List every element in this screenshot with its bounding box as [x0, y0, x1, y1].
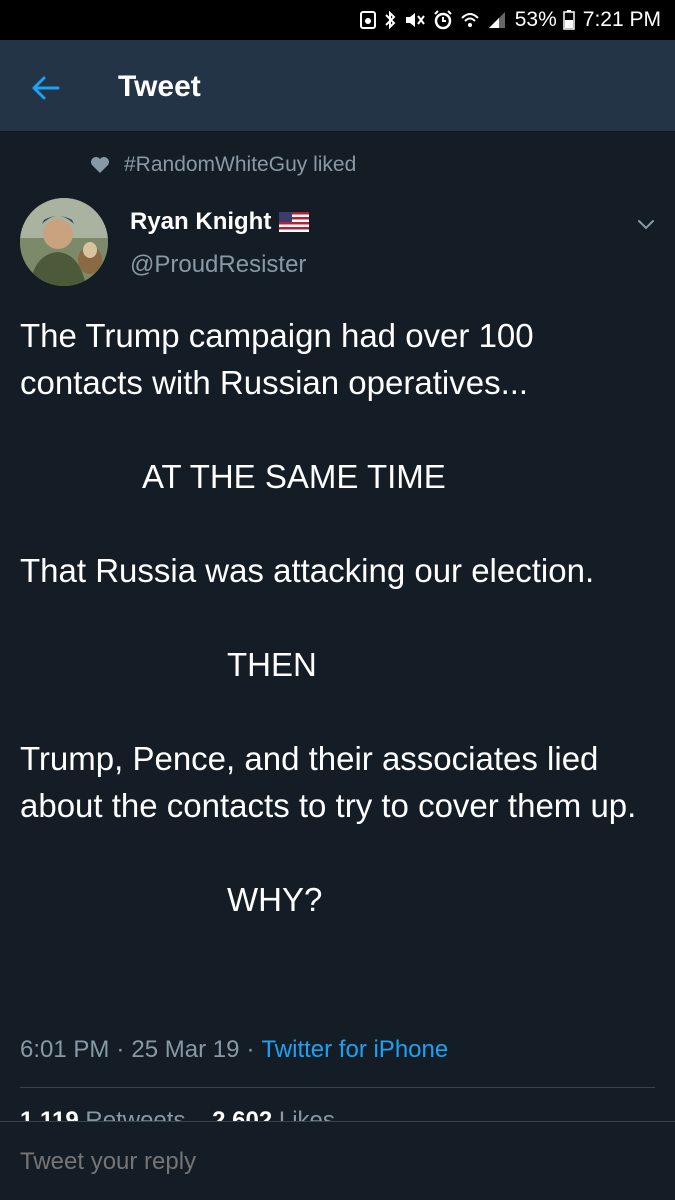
liked-by-text: #RandomWhiteGuy liked — [124, 153, 357, 176]
author-name[interactable]: Ryan Knight — [130, 208, 310, 236]
reply-bar — [0, 1121, 675, 1200]
battery-icon — [563, 10, 575, 30]
tweet-line-3: That Russia was attacking our election. — [20, 552, 595, 589]
tweet-time: 6:01 PM — [20, 1036, 110, 1063]
tweet-line-4: THEN — [227, 646, 317, 683]
author-display-name: Ryan Knight — [130, 208, 272, 235]
us-flag-icon — [279, 212, 310, 232]
tweet-line-2: AT THE SAME TIME — [142, 458, 446, 495]
tweet-text: The Trump campaign had over 100 contacts… — [20, 312, 660, 923]
divider — [20, 1087, 655, 1088]
tweet-date: 25 Mar 19 — [131, 1036, 240, 1063]
social-context[interactable]: #RandomWhiteGuy liked — [90, 152, 356, 178]
status-icons — [359, 10, 507, 30]
app-header: Tweet — [0, 40, 675, 132]
avatar[interactable] — [20, 198, 108, 286]
page-title: Tweet — [118, 70, 201, 103]
signal-icon — [487, 10, 507, 30]
heart-icon — [90, 156, 110, 174]
wifi-icon — [460, 10, 480, 30]
tweet-line-6: WHY? — [227, 881, 323, 918]
status-bar: 53% 7:21 PM — [0, 0, 675, 40]
tweet-meta: 6:01 PM · 25 Mar 19 · Twitter for iPhone — [20, 1036, 448, 1064]
tweet-options-button[interactable] — [634, 212, 658, 236]
reply-input[interactable] — [20, 1148, 640, 1176]
tweet-source-link[interactable]: Twitter for iPhone — [261, 1036, 448, 1064]
tweet-line-5: Trump, Pence, and their associates lied … — [20, 740, 637, 824]
meta-separator: · — [116, 1036, 125, 1063]
avatar-photo — [20, 198, 108, 286]
back-arrow-icon — [32, 76, 60, 100]
battery-percent: 53% — [514, 8, 557, 31]
alarm-icon — [433, 10, 453, 30]
mute-icon — [404, 10, 426, 30]
status-time: 7:21 PM — [582, 8, 661, 31]
chevron-down-icon — [638, 220, 654, 230]
tweet-line-1: The Trump campaign had over 100 contacts… — [20, 317, 534, 401]
photo-icon — [359, 11, 376, 29]
meta-separator: · — [246, 1036, 255, 1063]
bluetooth-icon — [383, 10, 397, 30]
author-handle[interactable]: @ProudResister — [130, 251, 306, 279]
back-button[interactable] — [28, 70, 64, 106]
